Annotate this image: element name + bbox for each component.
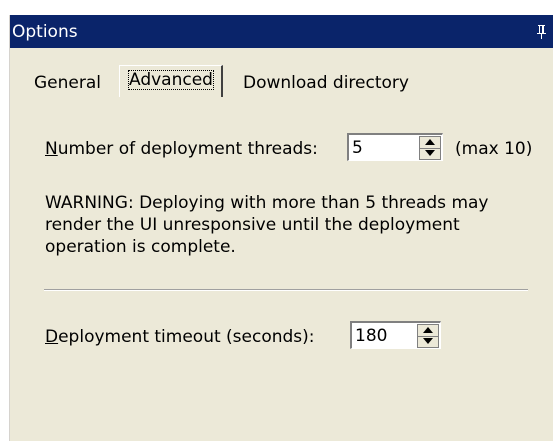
timeout-stepper[interactable]: 180 xyxy=(350,321,441,349)
arrow-up-icon xyxy=(425,139,435,145)
threads-value[interactable]: 5 xyxy=(352,137,363,159)
threads-decrement-button[interactable] xyxy=(420,148,440,159)
tab-advanced[interactable]: Advanced xyxy=(119,65,223,97)
threads-max-hint: (max 10) xyxy=(455,139,533,159)
timeout-label-mnemonic: D xyxy=(45,327,59,347)
threads-warning: WARNING: Deploying with more than 5 thre… xyxy=(45,193,489,257)
timeout-label: Deployment timeout (seconds): xyxy=(45,326,315,348)
timeout-label-text: eployment timeout (seconds): xyxy=(58,327,315,347)
timeout-decrement-button[interactable] xyxy=(418,336,438,347)
threads-stepper-buttons xyxy=(419,136,441,160)
options-panel: Options General Advanced Download direct… xyxy=(9,15,553,441)
tab-advanced-label: Advanced xyxy=(128,70,214,90)
arrow-up-icon xyxy=(423,327,433,333)
tab-download-directory[interactable]: Download directory xyxy=(243,70,409,96)
tab-general-label: General xyxy=(34,73,101,93)
threads-stepper[interactable]: 5 xyxy=(347,133,443,161)
panel-title: Options xyxy=(12,22,78,42)
threads-label-mnemonic: N xyxy=(45,139,58,159)
divider xyxy=(44,289,528,291)
tab-strip: General Advanced Download directory xyxy=(10,48,553,108)
pushpin-icon[interactable] xyxy=(535,24,549,40)
tab-general[interactable]: General xyxy=(34,70,101,96)
timeout-stepper-buttons xyxy=(417,324,439,348)
arrow-down-icon xyxy=(425,150,435,156)
arrow-down-icon xyxy=(423,338,433,344)
panel-titlebar: Options xyxy=(10,15,553,48)
threads-label: Number of deployment threads: xyxy=(45,138,318,160)
tab-download-directory-label: Download directory xyxy=(243,73,409,93)
threads-label-text: umber of deployment threads: xyxy=(57,139,318,159)
timeout-value[interactable]: 180 xyxy=(355,325,387,347)
